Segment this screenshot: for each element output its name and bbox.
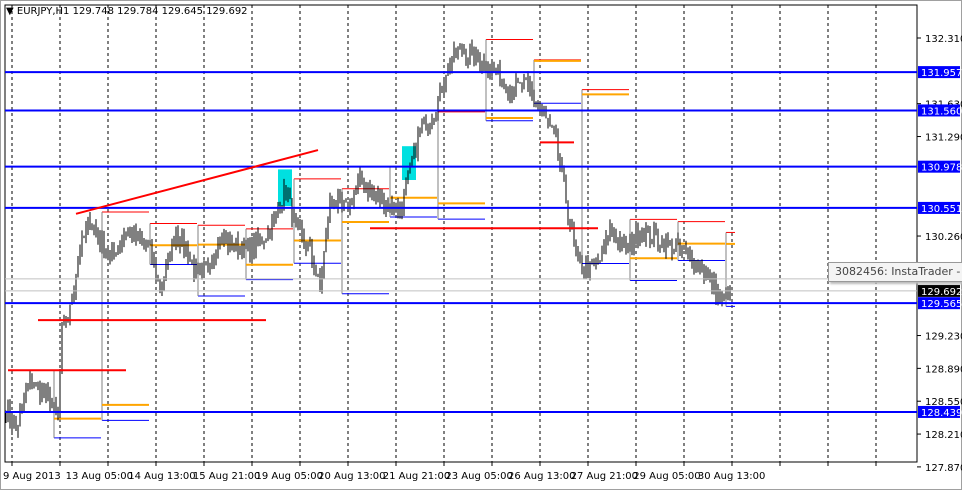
y-tick-label: 127.870 (925, 463, 962, 474)
level-price-label: 131.560 (921, 106, 962, 117)
ohlc-values: 129.748 129.784 129.645 129.692 (72, 6, 248, 17)
x-tick-label: 29 Aug 05:00 (633, 471, 700, 482)
x-tick-label: 19 Aug 05:00 (256, 471, 323, 482)
level-price-label: 128.439 (921, 408, 962, 419)
x-tick-label: 26 Aug 13:00 (508, 471, 575, 482)
y-tick-label: 128.210 (925, 430, 962, 441)
y-tick-label: 129.230 (925, 332, 962, 343)
y-tick-label: 128.890 (925, 364, 962, 375)
x-tick-label: 13 Aug 05:00 (66, 471, 133, 482)
triangle-down-icon[interactable]: ▼ (6, 6, 14, 17)
level-price-label: 131.957 (921, 68, 962, 79)
current-price-label: 129.692 (921, 287, 962, 298)
level-price-label: 129.565 (921, 299, 962, 310)
x-tick-label: 21 Aug 21:00 (383, 471, 450, 482)
x-tick-label: 14 Aug 13:00 (128, 471, 195, 482)
x-tick-label: 9 Aug 2013 (3, 471, 61, 482)
x-tick-label: 30 Aug 13:00 (698, 471, 765, 482)
level-price-label: 130.551 (921, 204, 962, 215)
x-tick-label: 20 Aug 13:00 (318, 471, 385, 482)
price-chart[interactable]: 132.310131.630131.290130.260129.230128.8… (0, 0, 962, 490)
window-tooltip: 3082456: InstaTrader - [EURJPY,H1] (828, 262, 962, 282)
chart-header: ▼ EURJPY,H1 129.748 129.784 129.645 129.… (6, 6, 248, 17)
x-tick-label: 23 Aug 05:00 (445, 471, 512, 482)
y-tick-label: 130.260 (925, 232, 962, 243)
y-tick-label: 132.310 (925, 34, 962, 45)
level-price-label: 130.978 (921, 163, 962, 174)
x-tick-label: 27 Aug 21:00 (571, 471, 638, 482)
symbol-label: EURJPY,H1 (16, 6, 70, 17)
x-tick-label: 15 Aug 21:00 (193, 471, 260, 482)
y-tick-label: 131.290 (925, 133, 962, 144)
